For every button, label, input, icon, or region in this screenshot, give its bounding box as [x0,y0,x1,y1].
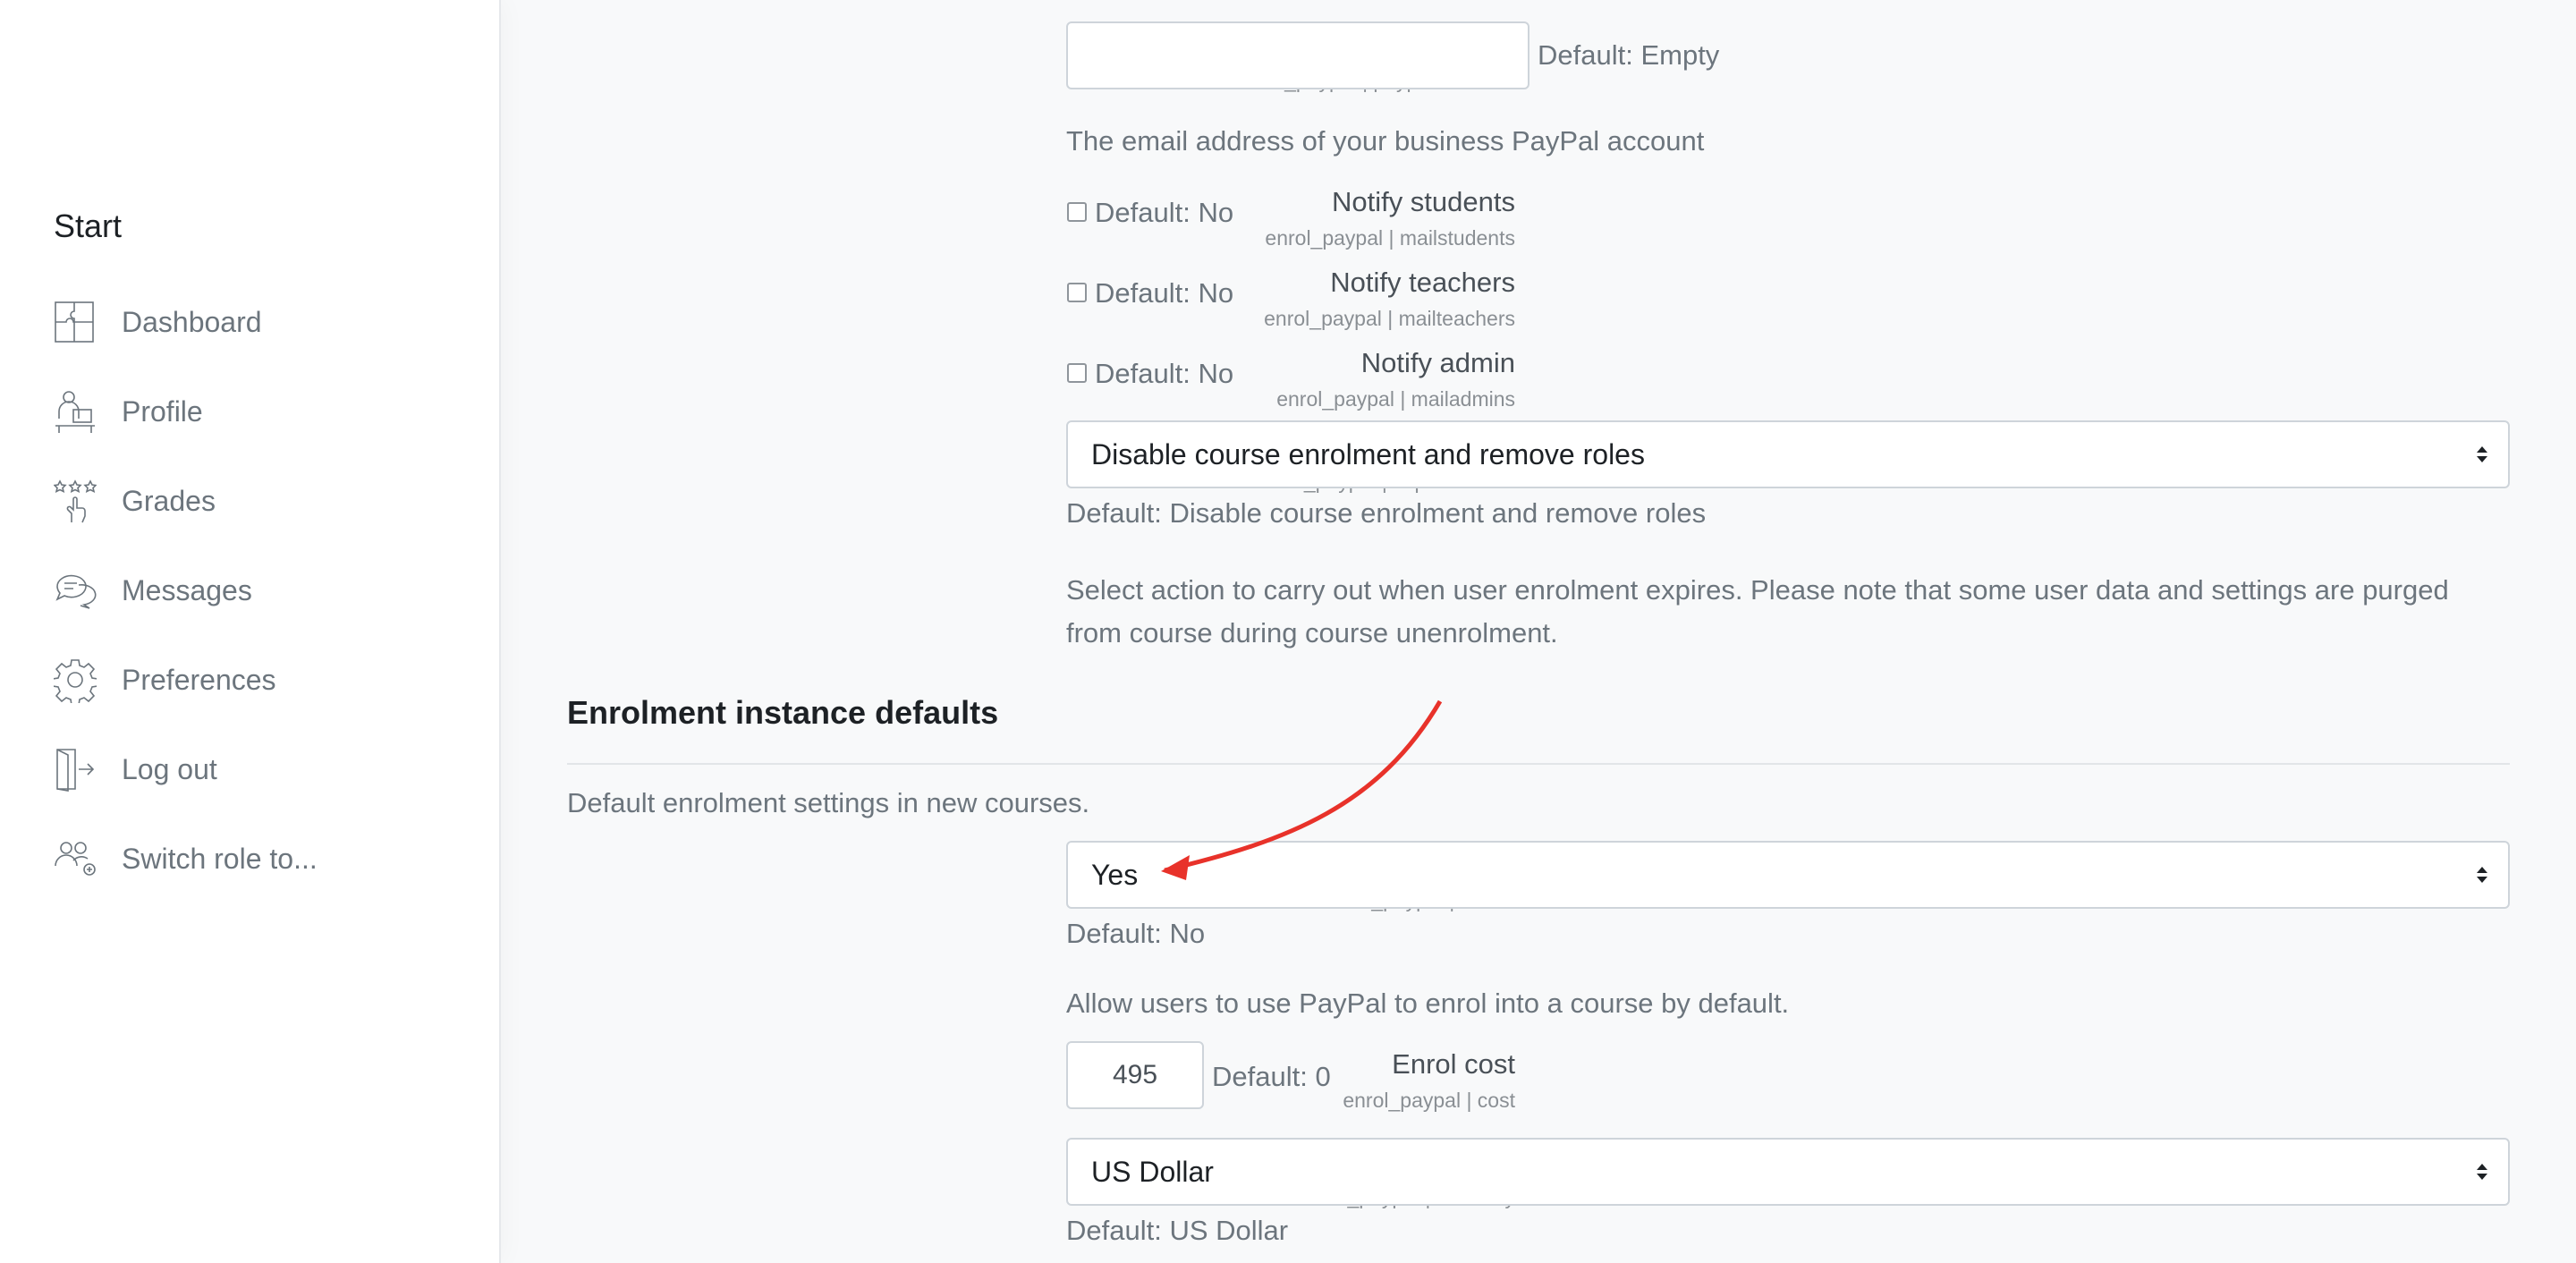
sidebar-heading: Start [54,208,123,244]
sidebar-item-log-out[interactable]: Log out [54,742,465,796]
sidebar-item-label: Dashboard [122,305,262,338]
sidebar-item-label: Log out [122,752,217,785]
sidebar-item-label: Grades [122,484,216,517]
sidebar-item-label: Profile [122,394,203,428]
settings-content: PayPal business email enrol_paypal | pay… [503,0,2576,1263]
logout-door-icon [54,745,97,793]
user-at-desk-icon [54,387,97,436]
chat-bubbles-icon [54,566,97,615]
sidebar-item-label: Switch role to... [122,842,318,875]
annotation-arrow [1161,699,1443,880]
sidebar-item-label: Preferences [122,663,276,696]
sidebar: Start Dashboard Profile Grades Messages … [0,0,501,1263]
sidebar-item-messages[interactable]: Messages [54,564,465,617]
sidebar-item-dashboard[interactable]: Dashboard [54,295,465,349]
sidebar-item-profile[interactable]: Profile [54,385,465,438]
switch-role-icon [54,835,97,883]
sidebar-item-switch-role[interactable]: Switch role to... [54,832,465,886]
sidebar-item-label: Messages [122,573,252,606]
sidebar-item-preferences[interactable]: Preferences [54,653,465,707]
puzzle-icon [54,298,97,346]
stars-hand-icon [54,477,97,525]
sidebar-item-grades[interactable]: Grades [54,474,465,528]
gear-icon [54,656,97,704]
